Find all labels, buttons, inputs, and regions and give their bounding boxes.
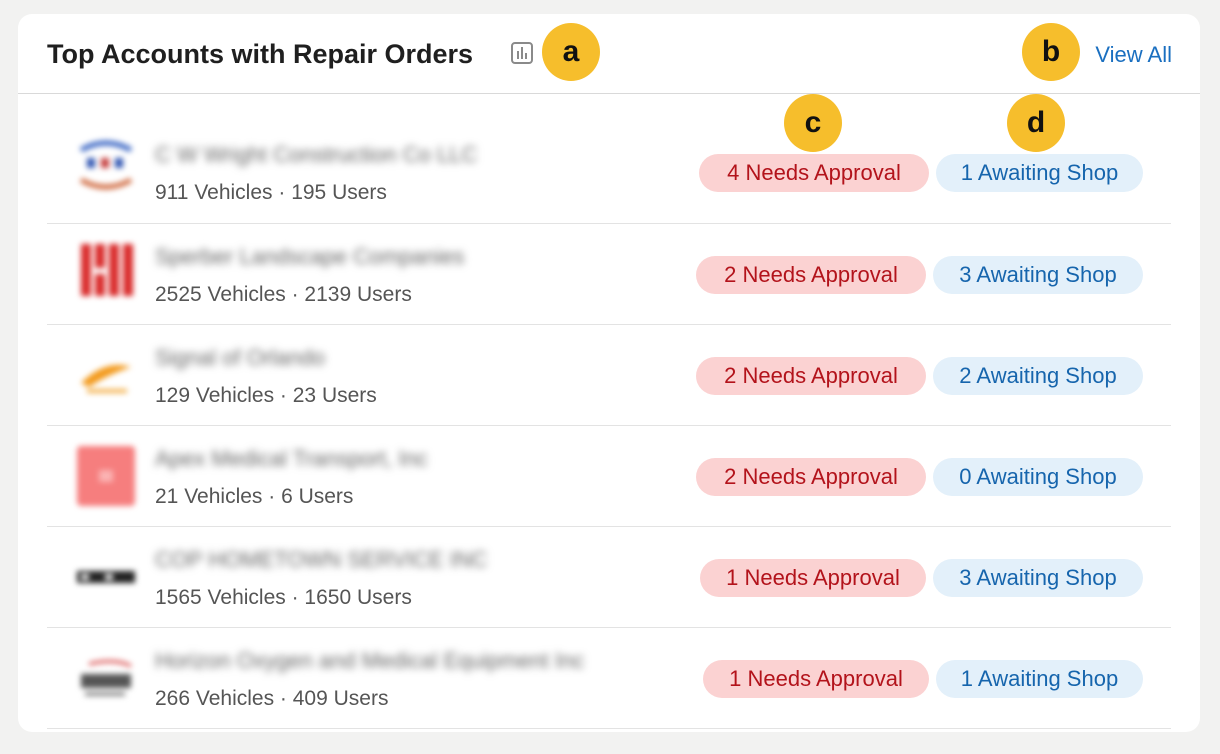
account-meta: 2525 Vehicles · 2139 Users (155, 283, 412, 306)
awaiting-shop-badge[interactable]: 3 Awaiting Shop (933, 256, 1143, 294)
account-meta: 266 Vehicles · 409 Users (155, 687, 389, 710)
needs-approval-badge[interactable]: 4 Needs Approval (699, 154, 929, 192)
account-logo (75, 240, 137, 300)
needs-approval-badge[interactable]: 1 Needs Approval (703, 660, 929, 698)
account-name: C W Wright Construction Co LLC (155, 142, 478, 167)
account-row[interactable]: Apex Medical Transport, Inc 21 Vehicles … (47, 426, 1171, 527)
awaiting-shop-badge[interactable]: 2 Awaiting Shop (933, 357, 1143, 395)
account-name: Apex Medical Transport, Inc (155, 446, 428, 471)
account-row[interactable]: Sperber Landscape Companies 2525 Vehicle… (47, 224, 1171, 325)
account-logo (75, 136, 137, 196)
view-all-link[interactable]: View All (1095, 42, 1172, 68)
needs-approval-badge[interactable]: 2 Needs Approval (696, 357, 926, 395)
account-logo (75, 547, 137, 607)
card-title: Top Accounts with Repair Orders (47, 39, 474, 69)
needs-approval-badge[interactable]: 2 Needs Approval (696, 458, 926, 496)
awaiting-shop-badge[interactable]: 0 Awaiting Shop (933, 458, 1143, 496)
awaiting-shop-badge[interactable]: 3 Awaiting Shop (933, 559, 1143, 597)
awaiting-shop-badge[interactable]: 1 Awaiting Shop (936, 154, 1143, 192)
account-name: Signal of Orlando (155, 345, 325, 370)
account-meta: 911 Vehicles · 195 Users (155, 181, 387, 204)
account-logo (75, 345, 137, 405)
account-name: COP HOMETOWN SERVICE INC (155, 547, 488, 572)
account-row[interactable]: COP HOMETOWN SERVICE INC 1565 Vehicles ·… (47, 527, 1171, 628)
bar-chart-icon[interactable] (510, 41, 534, 65)
annotation-marker-a: a (542, 23, 600, 81)
awaiting-shop-badge[interactable]: 1 Awaiting Shop (936, 660, 1143, 698)
account-meta: 21 Vehicles · 6 Users (155, 485, 354, 508)
account-meta: 129 Vehicles · 23 Users (155, 384, 377, 407)
account-name: Horizon Oxygen and Medical Equipment Inc (155, 648, 585, 673)
annotation-marker-c: c (784, 94, 842, 152)
annotation-marker-b: b (1022, 23, 1080, 81)
account-logo (75, 446, 137, 506)
needs-approval-badge[interactable]: 1 Needs Approval (700, 559, 926, 597)
account-name: Sperber Landscape Companies (155, 244, 465, 269)
needs-approval-badge[interactable]: 2 Needs Approval (696, 256, 926, 294)
account-meta: 1565 Vehicles · 1650 Users (155, 586, 412, 609)
account-row[interactable]: Signal of Orlando 129 Vehicles · 23 User… (47, 325, 1171, 426)
accounts-list: C W Wright Construction Co LLC 911 Vehic… (47, 94, 1171, 729)
account-logo (75, 648, 137, 708)
account-row[interactable]: C W Wright Construction Co LLC 911 Vehic… (47, 94, 1171, 224)
account-row[interactable]: Horizon Oxygen and Medical Equipment Inc… (47, 628, 1171, 729)
annotation-marker-d: d (1007, 94, 1065, 152)
